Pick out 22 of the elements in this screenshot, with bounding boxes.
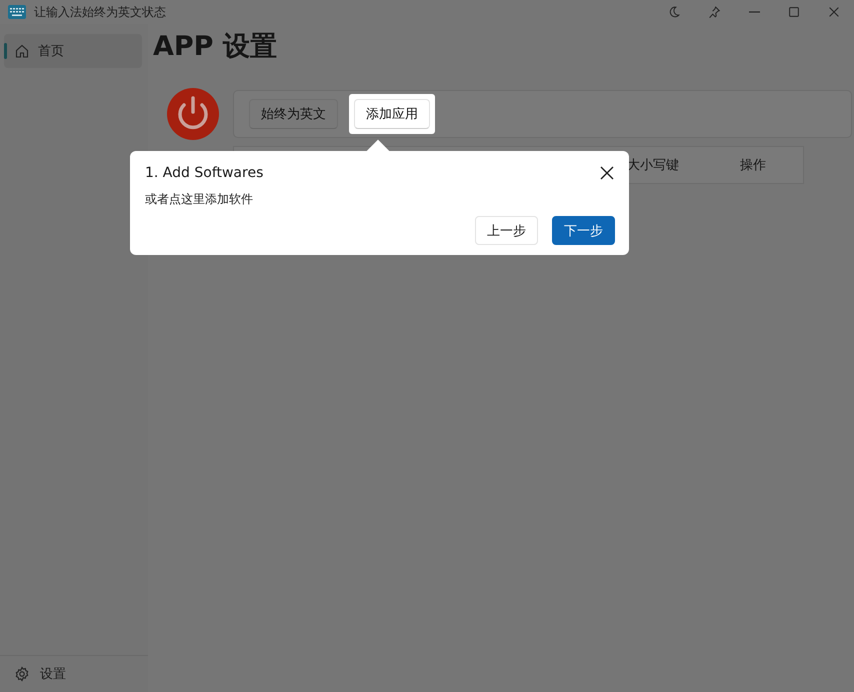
tour-title: 1. Add Softwares xyxy=(145,165,264,181)
column-header: 操作 xyxy=(739,157,767,174)
previous-button[interactable]: 上一步 xyxy=(475,216,538,245)
tour-description: 或者点这里添加软件 xyxy=(145,191,254,208)
tour-close-button[interactable] xyxy=(599,165,615,181)
next-button[interactable]: 下一步 xyxy=(552,216,615,245)
maximize-icon xyxy=(787,5,801,19)
close-icon xyxy=(599,165,615,181)
toolbar-button[interactable]: 添加应用 xyxy=(354,99,430,129)
moon-icon xyxy=(667,5,681,19)
close-icon xyxy=(827,5,841,19)
sidebar-item[interactable]: 首页 xyxy=(4,34,142,68)
home-icon xyxy=(14,43,30,59)
page-heading: APP 设置 xyxy=(153,30,278,64)
pin-icon xyxy=(707,5,721,19)
minimize-icon xyxy=(748,11,760,13)
power-button[interactable] xyxy=(167,88,219,140)
settings-nav-item[interactable]: 设置 xyxy=(0,655,148,692)
window-title: 让输入法始终为英文状态 xyxy=(34,4,166,20)
keyboard-icon xyxy=(8,5,26,19)
toolbar-button[interactable]: 始终为英文 xyxy=(249,99,338,129)
gear-icon xyxy=(14,666,30,682)
